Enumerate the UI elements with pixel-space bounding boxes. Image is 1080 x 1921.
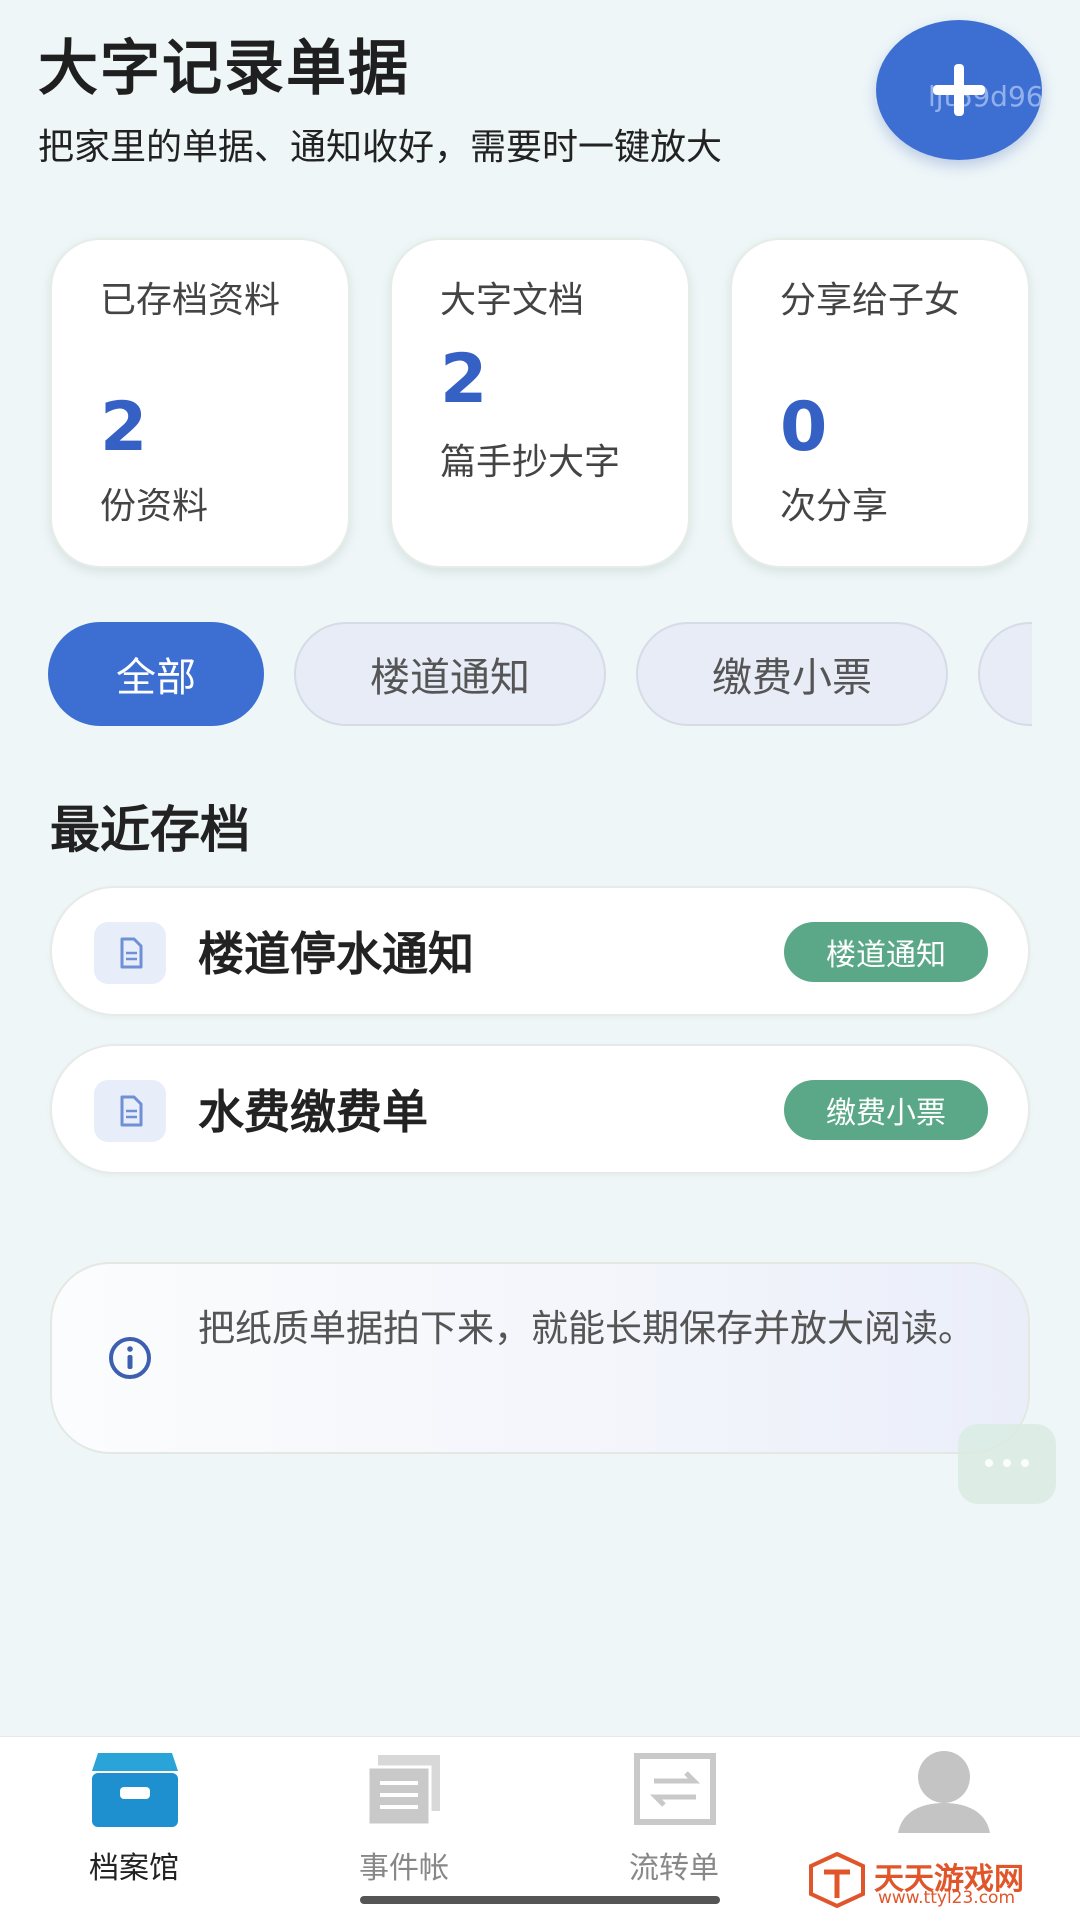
list-item[interactable]: 水费缴费单 缴费小票 [50, 1044, 1030, 1174]
list-item-title: 水费缴费单 [198, 1085, 428, 1139]
info-tip-card: 把纸质单据拍下来，就能长期保存并放大阅读。 [50, 1262, 1030, 1454]
transfer-icon [634, 1753, 716, 1825]
archive-box-icon [92, 1753, 178, 1827]
brand-watermark: 天天游戏网 www.ttyl23.com [808, 1851, 1024, 1912]
document-icon [94, 1080, 166, 1142]
brand-logo-icon [809, 1851, 865, 1909]
filter-chip-all[interactable]: 全部 [48, 622, 264, 726]
home-indicator[interactable] [360, 1896, 720, 1904]
nav-label: 档案馆 [89, 1851, 179, 1886]
stat-unit: 次分享 [780, 486, 889, 527]
tip-text: 把纸质单据拍下来，就能长期保存并放大阅读。 [198, 1307, 975, 1350]
filter-chip-more[interactable] [978, 622, 1032, 726]
profile-avatar-icon [898, 1751, 990, 1833]
document-icon [94, 922, 166, 984]
stat-value: 0 [780, 388, 828, 467]
brand-url: www.ttyl23.com [878, 1888, 1016, 1908]
stat-label: 已存档资料 [100, 280, 281, 321]
nav-label: 事件帐 [359, 1851, 449, 1886]
page-subtitle: 把家里的单据、通知收好，需要时一键放大 [38, 127, 723, 168]
filter-chip-payment-receipt[interactable]: 缴费小票 [636, 622, 948, 726]
stat-unit: 篇手抄大字 [440, 442, 621, 483]
stat-card-shares[interactable]: 分享给子女 0 次分享 [730, 238, 1030, 568]
stat-label: 大字文档 [440, 280, 585, 321]
list-item-title: 楼道停水通知 [198, 927, 474, 981]
category-tag: 缴费小票 [784, 1080, 988, 1140]
add-button[interactable]: ljt69d96 [876, 20, 1042, 160]
category-tag: 楼道通知 [784, 922, 988, 982]
floating-more-button[interactable] [958, 1424, 1056, 1504]
nav-tab-transfer[interactable]: 流转单 [574, 1749, 774, 1886]
stat-unit: 份资料 [100, 486, 209, 527]
stat-value: 2 [440, 340, 488, 419]
section-title-recent: 最近存档 [50, 801, 250, 859]
stat-card-archived[interactable]: 已存档资料 2 份资料 [50, 238, 350, 568]
nav-tab-ledger[interactable]: 事件帐 [304, 1749, 504, 1886]
filter-chip-hallway-notice[interactable]: 楼道通知 [294, 622, 606, 726]
stat-label: 分享给子女 [780, 280, 961, 321]
info-icon [109, 1337, 151, 1379]
ledger-icon [366, 1755, 440, 1827]
more-dots-icon [985, 1459, 1029, 1467]
nav-label: 流转单 [629, 1851, 719, 1886]
stat-value: 2 [100, 388, 148, 467]
nav-tab-profile[interactable] [844, 1749, 1044, 1869]
list-item[interactable]: 楼道停水通知 楼道通知 [50, 886, 1030, 1016]
nav-tab-archive[interactable]: 档案馆 [34, 1749, 234, 1886]
stat-card-large-docs[interactable]: 大字文档 2 篇手抄大字 [390, 238, 690, 568]
page-title: 大字记录单据 [38, 34, 410, 104]
